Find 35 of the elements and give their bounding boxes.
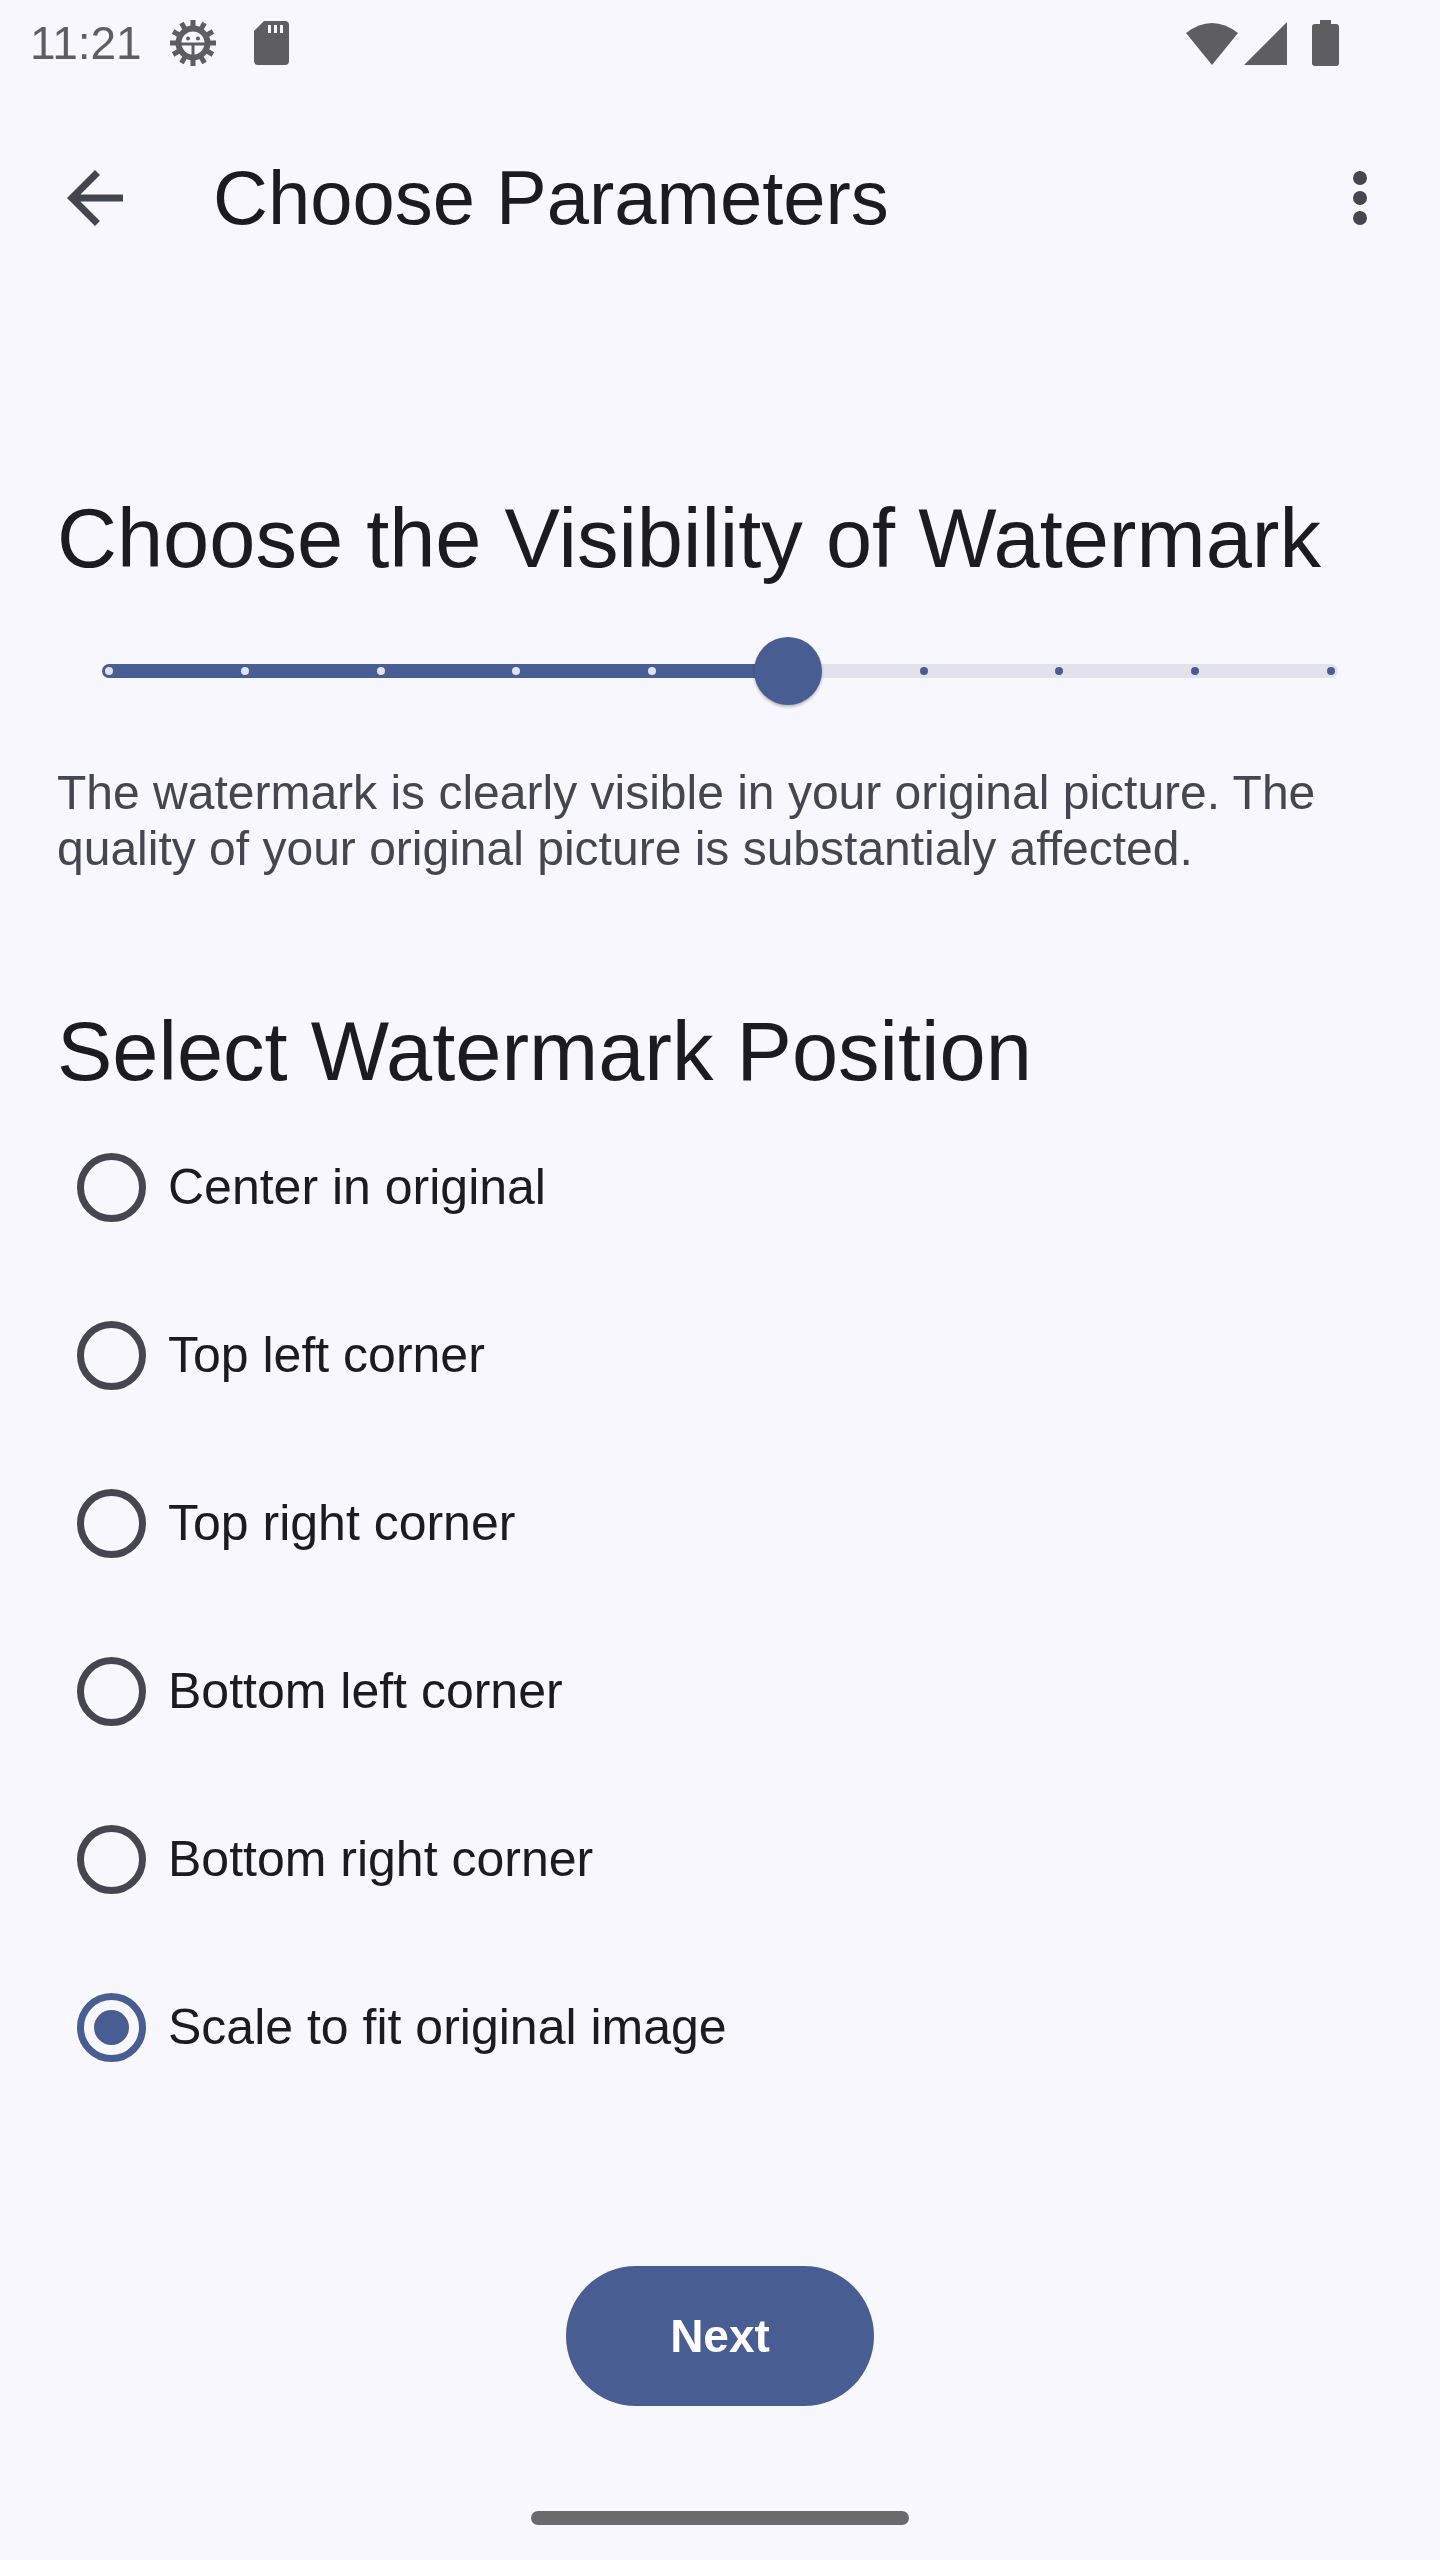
radio-label[interactable]: Bottom right corner xyxy=(168,1829,594,1889)
radio-button[interactable] xyxy=(77,1488,146,1558)
step-dot-icon xyxy=(648,667,657,675)
radio-button[interactable] xyxy=(77,1320,146,1390)
wifi-icon xyxy=(1186,21,1238,65)
next-button[interactable]: Next xyxy=(566,2266,874,2406)
section-heading: Choose the Visibility of Watermark xyxy=(57,491,1322,587)
radio-label[interactable]: Center in original xyxy=(168,1157,546,1217)
step-dot-icon xyxy=(1191,667,1200,675)
section-heading: Select Watermark Position xyxy=(57,1004,1033,1100)
status-time: 11:21 xyxy=(30,20,142,66)
radio-label[interactable]: Bottom left corner xyxy=(168,1661,563,1721)
gear-icon xyxy=(168,19,217,67)
radio-button[interactable] xyxy=(77,1992,146,2062)
step-dot-icon xyxy=(376,667,385,675)
description-text: The watermark is clearly visible in your original picture. The quality of your original picture is substantialy affected. xyxy=(57,765,1317,877)
radio-button[interactable] xyxy=(77,1152,146,1222)
slider-thumb[interactable] xyxy=(754,637,823,705)
radio-button[interactable] xyxy=(77,1656,146,1726)
step-dot-icon xyxy=(512,667,521,675)
overflow-menu-icon[interactable] xyxy=(1353,171,1367,225)
step-dot-icon xyxy=(1327,667,1335,675)
signal-icon xyxy=(1244,21,1287,65)
radio-button[interactable] xyxy=(77,1824,146,1894)
back-arrow-icon[interactable] xyxy=(67,170,123,226)
step-dot-icon xyxy=(105,667,113,675)
radio-label[interactable]: Top right corner xyxy=(168,1493,516,1553)
radio-label[interactable]: Top left corner xyxy=(168,1325,485,1385)
step-dot-icon xyxy=(240,667,249,675)
radio-label[interactable]: Scale to fit original image xyxy=(168,1997,727,2057)
step-dot-icon xyxy=(1055,667,1064,675)
battery-icon xyxy=(1312,20,1339,66)
step-dot-icon xyxy=(919,667,928,675)
sd-card-icon xyxy=(253,21,289,65)
screen-title: Choose Parameters xyxy=(213,154,889,243)
